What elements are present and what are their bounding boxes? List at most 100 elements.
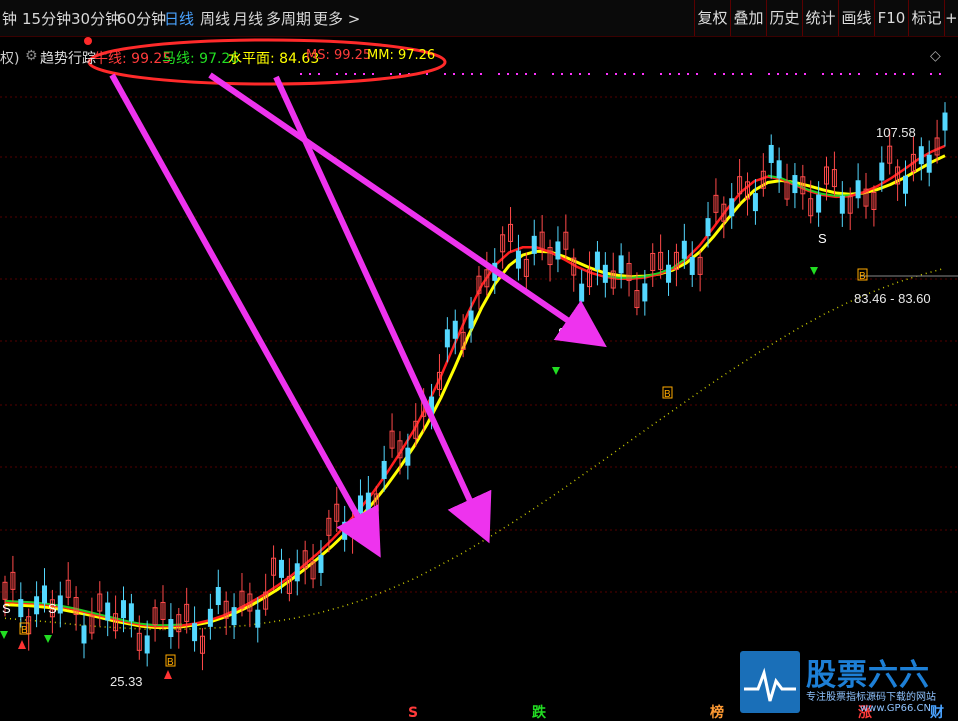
- candle-body: [318, 554, 324, 573]
- signal-dot: [318, 73, 320, 75]
- candle-body: [215, 587, 221, 606]
- signal-dot: [714, 73, 716, 75]
- annotation-arrow: [109, 73, 381, 558]
- candle-body: [515, 250, 521, 269]
- period-minute-tab[interactable]: 钟: [2, 8, 17, 29]
- candle-body: [689, 256, 695, 275]
- candle-body: [342, 521, 348, 540]
- candle-body: [294, 563, 300, 582]
- signal-dot: [696, 73, 698, 75]
- candle-body: [729, 198, 735, 217]
- candle-body: [34, 596, 40, 615]
- signal-dot: [516, 73, 518, 75]
- diamond-icon[interactable]: ◇: [930, 48, 941, 70]
- signal-dot: [885, 73, 887, 75]
- signal-dot: [786, 73, 788, 75]
- buy-signal-label: B: [859, 271, 866, 282]
- candle-body: [776, 160, 782, 179]
- signal-dot: [399, 73, 401, 75]
- sell-signal-label: S: [2, 601, 11, 616]
- candle-body: [41, 585, 47, 604]
- candle-body: [207, 608, 213, 627]
- candle-body: [594, 251, 600, 270]
- sell-signal-label: S: [558, 325, 567, 340]
- period-toolbar: 钟 15分钟 30分钟 60分钟 日线 周线 月线 多周期 更多 > 复权 叠加…: [0, 0, 958, 37]
- candle-body: [666, 264, 672, 283]
- add-watchlist-button[interactable]: +自: [944, 0, 958, 36]
- f10-button[interactable]: F10: [874, 0, 908, 36]
- sell-signal-label: S: [818, 231, 827, 246]
- period-60min-tab[interactable]: 60分钟: [117, 8, 166, 29]
- buy-signal-label: B: [664, 389, 671, 400]
- signal-dot: [894, 73, 896, 75]
- candle-body: [903, 175, 909, 194]
- overlay-button[interactable]: 叠加: [730, 0, 766, 36]
- candle-body: [231, 607, 237, 626]
- watermark-url: www.GP66.CN: [860, 703, 931, 714]
- signal-dot: [795, 73, 797, 75]
- signal-dot: [750, 73, 752, 75]
- draw-line-button[interactable]: 画线: [838, 0, 874, 36]
- candle-body: [918, 146, 924, 165]
- signal-dot: [903, 73, 905, 75]
- statistics-button[interactable]: 统计: [802, 0, 838, 36]
- signal-dot: [471, 73, 473, 75]
- watermark-subtitle: 专注股票指标源码下载的网站: [806, 692, 936, 703]
- candle-body: [555, 241, 561, 260]
- signal-dot: [606, 73, 608, 75]
- candle-body: [579, 283, 585, 302]
- signal-dot: [930, 73, 932, 75]
- annotation-dot: [84, 37, 92, 45]
- signal-dot: [804, 73, 806, 75]
- legend-prefix: 权): [0, 51, 20, 67]
- candle-body: [942, 112, 948, 131]
- signal-dot: [777, 73, 779, 75]
- legend-mm-label: MM: [367, 48, 390, 63]
- horse-line: [4, 154, 946, 629]
- bottom-marker-4: 财: [929, 704, 944, 721]
- down-arrow-icon: [552, 367, 560, 375]
- candle-body: [365, 492, 371, 511]
- signal-dot: [534, 73, 536, 75]
- pulse-logo-icon: [744, 667, 796, 702]
- period-30min-tab[interactable]: 30分钟: [71, 8, 120, 29]
- candle-body: [255, 609, 261, 628]
- candle-body: [18, 599, 24, 618]
- signal-dot: [660, 73, 662, 75]
- restore-rights-button[interactable]: 复权: [694, 0, 730, 36]
- candle-body: [681, 240, 687, 259]
- indicator-name[interactable]: 趋势行踪: [40, 48, 96, 70]
- period-daily-tab[interactable]: 日线: [164, 8, 194, 29]
- candle-body: [618, 255, 624, 274]
- signal-dot: [678, 73, 680, 75]
- candle-body: [278, 559, 284, 578]
- kline-chart[interactable]: 107.5825.3383.46 - 83.60S SSSBBBBS 跌榜涨财: [0, 37, 958, 721]
- candle-body: [468, 310, 474, 329]
- signal-dot: [498, 73, 500, 75]
- history-button[interactable]: 历史: [766, 0, 802, 36]
- gear-icon[interactable]: ⚙: [25, 48, 38, 70]
- candle-body: [752, 193, 758, 212]
- mark-button[interactable]: 标记: [908, 0, 944, 36]
- candle-body: [168, 619, 174, 638]
- signal-dot: [858, 73, 860, 75]
- signal-dot: [552, 73, 554, 75]
- signal-dot: [390, 73, 392, 75]
- candle-body: [128, 603, 134, 622]
- period-monthly-tab[interactable]: 月线: [233, 8, 263, 29]
- signal-dot: [831, 73, 833, 75]
- candle-body: [642, 283, 648, 302]
- bottom-marker-2: 榜: [710, 704, 724, 721]
- period-weekly-tab[interactable]: 周线: [200, 8, 230, 29]
- period-multi-tab[interactable]: 多周期: [266, 8, 311, 29]
- candle-body: [192, 623, 198, 642]
- signal-dot: [741, 73, 743, 75]
- legend-ms: MS: 99.25: [306, 48, 372, 63]
- candle-body: [144, 635, 150, 654]
- watermark-logo: [740, 651, 800, 713]
- signal-dot: [372, 73, 374, 75]
- period-15min-tab[interactable]: 15分钟: [22, 8, 71, 29]
- period-more-dropdown[interactable]: 更多 >: [313, 8, 360, 29]
- signal-dot: [336, 73, 338, 75]
- range-label: 83.46 - 83.60: [854, 291, 931, 306]
